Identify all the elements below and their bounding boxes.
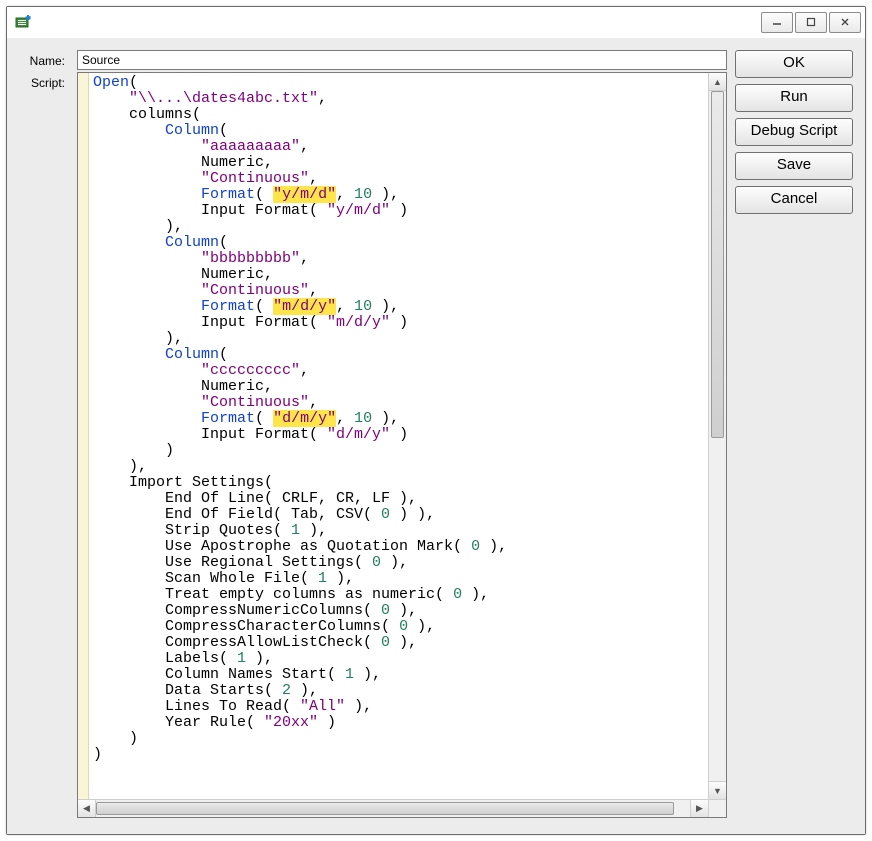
scroll-corner xyxy=(708,800,726,817)
debug-script-button[interactable]: Debug Script xyxy=(735,118,853,146)
name-label: Name: xyxy=(19,50,69,72)
action-buttons: OK Run Debug Script Save Cancel xyxy=(735,50,853,818)
name-input[interactable] xyxy=(77,50,727,70)
vertical-scroll-thumb[interactable] xyxy=(711,91,724,438)
run-button[interactable]: Run xyxy=(735,84,853,112)
minimize-button[interactable] xyxy=(761,12,793,33)
ok-button[interactable]: OK xyxy=(735,50,853,78)
content-area: Name: Script: Open( "\\...\dates4abc.txt… xyxy=(7,38,865,834)
scroll-left-icon[interactable]: ◀ xyxy=(78,800,96,817)
dialog-window: Name: Script: Open( "\\...\dates4abc.txt… xyxy=(6,6,866,835)
horizontal-scrollbar[interactable]: ◀ ▶ xyxy=(78,799,726,817)
horizontal-scroll-thumb[interactable] xyxy=(96,802,674,815)
fields-column: Open( "\\...\dates4abc.txt", columns( Co… xyxy=(77,50,727,818)
script-label: Script: xyxy=(19,72,69,94)
script-code[interactable]: Open( "\\...\dates4abc.txt", columns( Co… xyxy=(89,73,708,799)
save-button[interactable]: Save xyxy=(735,152,853,180)
vertical-scrollbar[interactable]: ▲ ▼ xyxy=(708,73,726,799)
close-button[interactable] xyxy=(829,12,861,33)
app-icon xyxy=(15,14,31,30)
scroll-down-icon[interactable]: ▼ xyxy=(709,781,726,799)
scroll-right-icon[interactable]: ▶ xyxy=(690,800,708,817)
cancel-button[interactable]: Cancel xyxy=(735,186,853,214)
script-editor[interactable]: Open( "\\...\dates4abc.txt", columns( Co… xyxy=(77,72,727,818)
editor-gutter xyxy=(78,73,89,799)
scroll-up-icon[interactable]: ▲ xyxy=(709,73,726,91)
title-bar xyxy=(7,7,865,38)
window-controls xyxy=(757,10,865,35)
field-labels: Name: Script: xyxy=(19,50,69,818)
maximize-button[interactable] xyxy=(795,12,827,33)
